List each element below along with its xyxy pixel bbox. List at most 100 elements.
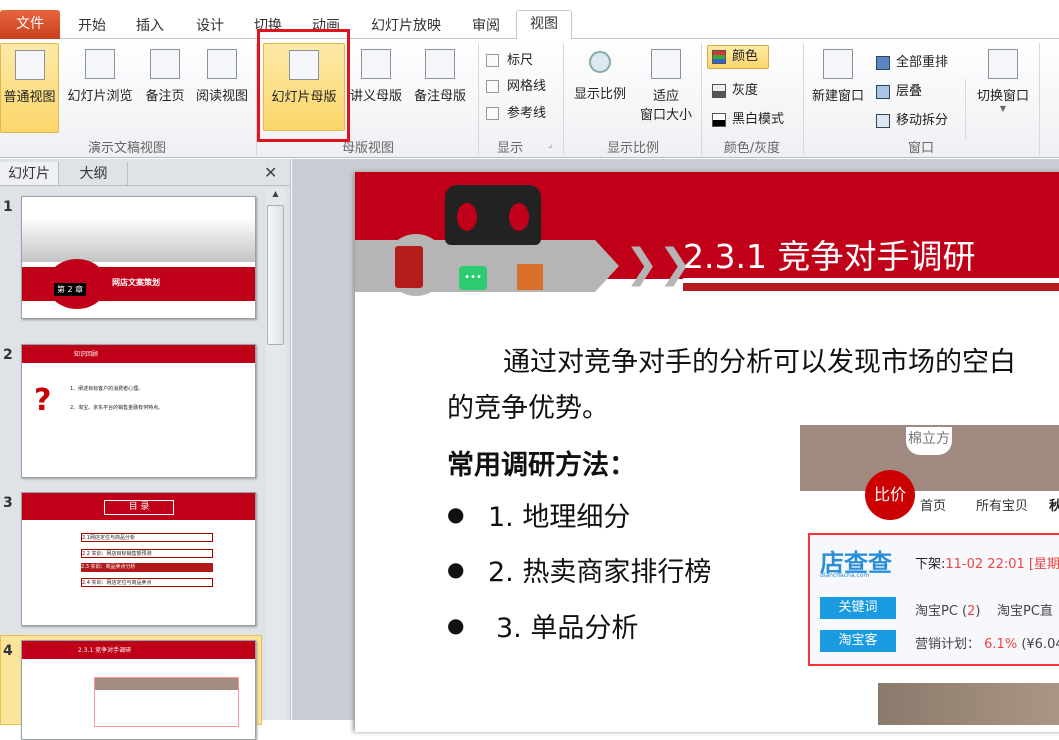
double-chevron-icon: ❯❯	[625, 241, 693, 287]
slide-canvas[interactable]: ❯❯ ••• 2.3.1 竞争对手调研 通过对竞争对手的分析可以发现市场的空白 …	[355, 172, 1059, 732]
slide-paragraph[interactable]: 的竞争优势。	[447, 386, 609, 425]
move-split-button[interactable]: 移动拆分	[876, 109, 948, 128]
divider	[701, 43, 702, 155]
cascade-button[interactable]: 层叠	[876, 80, 922, 99]
taobaoke-tag: 淘宝客	[820, 630, 896, 652]
fit-to-window-button[interactable]: 适应 窗口大小	[634, 43, 698, 133]
group-label-color: 颜色/灰度	[723, 141, 781, 156]
nav-link: 秋	[1049, 499, 1059, 514]
divider	[0, 185, 290, 186]
tab-outline[interactable]: 大纲	[60, 162, 128, 186]
window-size-label: 窗口大小	[639, 108, 692, 123]
dropdown-arrow-icon: ▼	[999, 104, 1007, 113]
grayscale-icon	[712, 83, 726, 98]
divider	[683, 283, 1059, 291]
tab-insert[interactable]: 插入	[122, 13, 178, 39]
normal-view-label: 普通视图	[3, 90, 56, 105]
pane-scrollbar[interactable]: ▲	[266, 189, 285, 720]
tab-home[interactable]: 开始	[66, 13, 118, 39]
arrange-all-button[interactable]: 全部重排	[876, 51, 948, 70]
bullet-item[interactable]: 1. 地理细分	[488, 495, 630, 534]
cascade-icon	[876, 84, 890, 99]
notes-master-button[interactable]: 备注母版	[407, 43, 473, 133]
scroll-up-icon[interactable]: ▲	[266, 189, 285, 198]
dialog-launcher-icon[interactable]: ⌟	[548, 140, 552, 150]
tab-review[interactable]: 审阅	[458, 13, 514, 39]
thumb-title: 网店文案策划	[112, 278, 160, 287]
tab-design[interactable]: 设计	[182, 13, 238, 39]
tab-file[interactable]: 文件	[0, 10, 60, 39]
thumb-item: 2.3 实训：商品卖点分析	[81, 563, 213, 572]
methods-heading[interactable]: 常用调研方法：	[447, 443, 636, 482]
notes-master-icon	[425, 49, 455, 79]
red-band	[22, 641, 255, 659]
divider	[803, 43, 804, 155]
slide-thumbnail-3[interactable]: 目 录 2.1网店定位与商品分析 2.2 实训：网店目标销售额预测 2.3 实训…	[21, 492, 256, 626]
chapter-label: 第 2 章	[54, 283, 87, 296]
switch-window-label: 切换窗口	[976, 89, 1029, 104]
close-pane-icon[interactable]: ✕	[264, 163, 277, 182]
keyword-tag: 关键词	[820, 597, 896, 619]
product-photo	[878, 683, 1059, 725]
tab-slideshow[interactable]: 幻灯片放映	[358, 13, 454, 39]
color-button[interactable]: 颜色	[707, 45, 769, 69]
grayscale-button[interactable]: 灰度	[712, 79, 758, 98]
reading-view-button[interactable]: 阅读视图	[190, 43, 254, 133]
thumb-title: 2.3.1 竞争对手调研	[78, 647, 132, 654]
slide-title[interactable]: 2.3.1 竞争对手调研	[683, 230, 975, 278]
ruler-checkbox[interactable]: 标尺	[486, 49, 533, 68]
reading-view-label: 阅读视图	[195, 89, 248, 104]
slides-pane: 幻灯片 大纲 ✕ 1 第 2 章 网店文案策划 2 知识回顾 ? 1、阐述目标客…	[0, 159, 291, 740]
wallet-icon	[395, 246, 423, 288]
new-window-label: 新建窗口	[811, 89, 864, 104]
competitor-screenshot-image: 棉立方 比价 首页 所有宝贝 秋 店查查 dianchacha.com 下架:1…	[800, 425, 1059, 725]
notes-page-label: 备注页	[145, 89, 185, 104]
black-white-button[interactable]: 黑白模式	[712, 108, 784, 127]
slide-number: 3	[3, 495, 13, 511]
black-white-label: 黑白模式	[732, 112, 785, 127]
slide-thumbnail-2[interactable]: 知识回顾 ? 1、阐述目标客户的消费者心理。 2、淘宝、京东平台的销售金融有何特…	[21, 344, 256, 478]
handout-master-button[interactable]: 讲义母版	[345, 43, 407, 133]
slide-sorter-label: 幻灯片浏览	[67, 89, 133, 104]
bullet-item[interactable]: 2. 热卖商家排行榜	[488, 550, 711, 589]
handout-master-label: 讲义母版	[349, 89, 402, 104]
group-label-presentation-views: 演示文稿视图	[87, 141, 166, 156]
notes-page-button[interactable]: 备注页	[140, 43, 190, 133]
switch-window-icon	[988, 49, 1018, 79]
slide-number: 4	[3, 643, 13, 659]
magnifier-icon	[589, 51, 611, 73]
normal-view-button[interactable]: 普通视图	[0, 43, 59, 133]
nav-link: 所有宝贝	[976, 499, 1029, 514]
bullet-icon: ●	[447, 502, 465, 526]
arrange-all-icon	[876, 55, 890, 70]
bullet-item[interactable]: 3. 单品分析	[496, 606, 638, 645]
switch-window-button[interactable]: 切换窗口 ▼	[968, 43, 1038, 133]
slide-paragraph[interactable]: 通过对竞争对手的分析可以发现市场的空白	[503, 340, 1016, 379]
thumb-title: 目 录	[104, 500, 174, 515]
ribbon: 普通视图 幻灯片浏览 备注页 阅读视图 演示文稿视图 幻灯片母版 讲义母版 备注…	[0, 29, 1059, 158]
bullet-icon: ●	[447, 557, 465, 581]
divider	[1039, 43, 1040, 155]
color-label: 颜色	[732, 49, 759, 64]
slide-sorter-button[interactable]: 幻灯片浏览	[61, 43, 139, 133]
scrollbar-thumb[interactable]	[267, 205, 284, 345]
divider	[478, 43, 479, 155]
thumb-item: 2.2 实训：网店目标销售额预测	[81, 549, 213, 558]
slide-thumbnail-1[interactable]: 第 2 章 网店文案策划	[21, 196, 256, 319]
gridlines-checkbox[interactable]: 网格线	[486, 75, 546, 94]
zoom-button[interactable]: 显示比例	[568, 43, 632, 133]
tab-slides[interactable]: 幻灯片	[0, 162, 59, 186]
brand-logo: 棉立方	[906, 427, 952, 455]
slide-thumbnail-4[interactable]: 2.3.1 竞争对手调研	[21, 640, 256, 740]
logo-subtitle: dianchacha.com	[820, 572, 870, 579]
slide-sorter-icon	[85, 49, 115, 79]
question-mark-image: ?	[34, 383, 52, 418]
move-split-icon	[876, 113, 890, 128]
divider	[563, 43, 564, 155]
notes-page-icon	[150, 49, 180, 79]
grayscale-label: 灰度	[732, 83, 759, 98]
tmall-cat-logo	[445, 185, 541, 245]
tab-view[interactable]: 视图	[516, 10, 572, 40]
new-window-button[interactable]: 新建窗口	[806, 43, 870, 133]
guides-checkbox[interactable]: 参考线	[486, 102, 546, 121]
